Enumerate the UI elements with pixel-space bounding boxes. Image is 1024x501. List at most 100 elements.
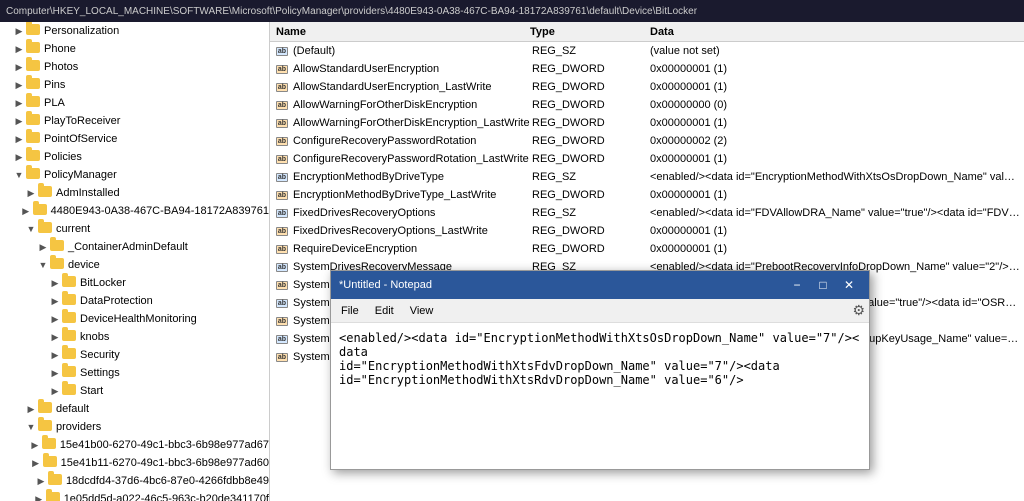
tree-expand-policies[interactable]: ▶ <box>12 152 26 163</box>
reg-row[interactable]: abAllowStandardUserEncryptionREG_DWORD0x… <box>270 60 1024 78</box>
tree-item-security[interactable]: ▶ Security <box>0 346 269 364</box>
tree-item-15e41b11[interactable]: ▶15e41b11-6270-49c1-bbc3-6b98e977ad60 <box>0 454 269 472</box>
reg-row[interactable]: abFixedDrivesRecoveryOptions_LastWriteRE… <box>270 222 1024 240</box>
tree-expand-devicehealthmonitoring[interactable]: ▶ <box>48 314 62 325</box>
tree-expand-pins[interactable]: ▶ <box>12 80 26 91</box>
tree-item-1e05dd5d[interactable]: ▶1e05dd5d-a022-46c5-963c-b20de341170f <box>0 490 269 501</box>
tree-label-security: Security <box>80 349 120 361</box>
tree-expand-security[interactable]: ▶ <box>48 350 62 361</box>
tree-expand-15e41b11[interactable]: ▶ <box>29 458 43 469</box>
reg-row[interactable]: abConfigureRecoveryPasswordRotationREG_D… <box>270 132 1024 150</box>
tree-item-4480e943[interactable]: ▶4480E943-0A38-467C-BA94-18172A839761 <box>0 202 269 220</box>
tree-expand-policymanager[interactable]: ▼ <box>12 170 26 180</box>
reg-row[interactable]: abEncryptionMethodByDriveTypeREG_SZ<enab… <box>270 168 1024 186</box>
tree-item-default[interactable]: ▶default <box>0 400 269 418</box>
tree-item-current[interactable]: ▼current <box>0 220 269 238</box>
tree-expand-providers[interactable]: ▼ <box>24 422 38 432</box>
tree-item-photos[interactable]: ▶Photos <box>0 58 269 76</box>
reg-value-type: REG_DWORD <box>530 135 650 147</box>
tree-item-pla[interactable]: ▶ PLA <box>0 94 269 112</box>
folder-icon-15e41b11 <box>43 456 59 470</box>
tree-item-device[interactable]: ▼device <box>0 256 269 274</box>
tree-label-providers: providers <box>56 421 101 433</box>
tree-label-policymanager: PolicyManager <box>44 169 117 181</box>
reg-value-name: FixedDrivesRecoveryOptions_LastWrite <box>293 225 488 237</box>
tree-expand-photos[interactable]: ▶ <box>12 62 26 73</box>
window-title: Computer\HKEY_LOCAL_MACHINE\SOFTWARE\Mic… <box>6 6 697 17</box>
tree-expand-15e41b00[interactable]: ▶ <box>28 440 42 451</box>
tree-expand-18dcdfd4[interactable]: ▶ <box>34 476 48 487</box>
reg-row[interactable]: abEncryptionMethodByDriveType_LastWriteR… <box>270 186 1024 204</box>
notepad-settings-icon[interactable]: ⚙ <box>852 302 865 319</box>
tree-expand-bitlocker[interactable]: ▶ <box>48 278 62 289</box>
reg-row[interactable]: abFixedDrivesRecoveryOptionsREG_SZ<enabl… <box>270 204 1024 222</box>
tree-item-pointofservice[interactable]: ▶PointOfService <box>0 130 269 148</box>
notepad-maximize-button[interactable]: □ <box>811 275 835 295</box>
reg-row[interactable]: abAllowWarningForOtherDiskEncryption_Las… <box>270 114 1024 132</box>
tree-expand-dataprotection[interactable]: ▶ <box>48 296 62 307</box>
notepad-menu-edit[interactable]: Edit <box>369 303 400 319</box>
reg-value-name: ConfigureRecoveryPasswordRotation <box>293 135 476 147</box>
reg-value-name: AllowStandardUserEncryption_LastWrite <box>293 81 492 93</box>
tree-label-knobs: knobs <box>80 331 109 343</box>
tree-item-personalization[interactable]: ▶Personalization <box>0 22 269 40</box>
reg-row[interactable]: abRequireDeviceEncryptionREG_DWORD0x0000… <box>270 240 1024 258</box>
notepad-menubar: File Edit View ⚙ <box>331 299 869 323</box>
tree-item-_containeradmindefault[interactable]: ▶_ContainerAdminDefault <box>0 238 269 256</box>
notepad-menu-view[interactable]: View <box>404 303 440 319</box>
tree-item-15e41b00[interactable]: ▶15e41b00-6270-49c1-bbc3-6b98e977ad67 <box>0 436 269 454</box>
tree-item-bitlocker[interactable]: ▶BitLocker <box>0 274 269 292</box>
tree-item-policymanager[interactable]: ▼ PolicyManager <box>0 166 269 184</box>
notepad-content-area[interactable]: <enabled/><data id="EncryptionMethodWith… <box>331 323 869 469</box>
reg-value-data: 0x00000002 (2) <box>650 135 1024 147</box>
tree-expand-4480e943[interactable]: ▶ <box>19 206 33 217</box>
reg-value-icon: ab <box>274 62 290 76</box>
tree-item-phone[interactable]: ▶Phone <box>0 40 269 58</box>
reg-row[interactable]: abAllowWarningForOtherDiskEncryptionREG_… <box>270 96 1024 114</box>
reg-row[interactable]: abAllowStandardUserEncryption_LastWriteR… <box>270 78 1024 96</box>
notepad-minimize-button[interactable]: − <box>785 275 809 295</box>
notepad-titlebar: *Untitled - Notepad − □ ✕ <box>331 271 869 299</box>
tree-expand-phone[interactable]: ▶ <box>12 44 26 55</box>
tree-item-playtoreceiver[interactable]: ▶PlayToReceiver <box>0 112 269 130</box>
tree-item-policies[interactable]: ▶Policies <box>0 148 269 166</box>
tree-expand-playtoreceiver[interactable]: ▶ <box>12 116 26 127</box>
tree-expand-_containeradmindefault[interactable]: ▶ <box>36 242 50 253</box>
reg-value-type: REG_DWORD <box>530 63 650 75</box>
tree-expand-adminstalled[interactable]: ▶ <box>24 188 38 199</box>
tree-expand-default[interactable]: ▶ <box>24 404 38 415</box>
tree-item-pins[interactable]: ▶Pins <box>0 76 269 94</box>
tree-expand-personalization[interactable]: ▶ <box>12 26 26 37</box>
folder-icon-photos <box>26 60 42 74</box>
reg-value-data: <enabled/><data id="FDVAllowDRA_Name" va… <box>650 207 1024 219</box>
tree-expand-pla[interactable]: ▶ <box>12 98 26 109</box>
tree-item-providers[interactable]: ▼ providers <box>0 418 269 436</box>
tree-expand-1e05dd5d[interactable]: ▶ <box>32 494 46 501</box>
tree-item-devicehealthmonitoring[interactable]: ▶DeviceHealthMonitoring <box>0 310 269 328</box>
tree-expand-current[interactable]: ▼ <box>24 224 38 234</box>
tree-expand-start[interactable]: ▶ <box>48 386 62 397</box>
notepad-close-button[interactable]: ✕ <box>837 275 861 295</box>
reg-row[interactable]: ab(Default)REG_SZ(value not set) <box>270 42 1024 60</box>
tree-label-dataprotection: DataProtection <box>80 295 153 307</box>
folder-icon-bitlocker <box>62 276 78 290</box>
tree-item-18dcdfd4[interactable]: ▶18dcdfd4-37d6-4bc6-87e0-4266fdbb8e49 <box>0 472 269 490</box>
notepad-menu-file[interactable]: File <box>335 303 365 319</box>
folder-icon-playtoreceiver <box>26 114 42 128</box>
folder-icon-dataprotection <box>62 294 78 308</box>
reg-value-name: AllowWarningForOtherDiskEncryption <box>293 99 477 111</box>
tree-expand-device[interactable]: ▼ <box>36 260 50 270</box>
reg-value-icon: ab <box>274 116 290 130</box>
tree-item-dataprotection[interactable]: ▶ DataProtection <box>0 292 269 310</box>
tree-item-start[interactable]: ▶Start <box>0 382 269 400</box>
tree-expand-pointofservice[interactable]: ▶ <box>12 134 26 145</box>
tree-item-adminstalled[interactable]: ▶AdmInstalled <box>0 184 269 202</box>
reg-row[interactable]: abConfigureRecoveryPasswordRotation_Last… <box>270 150 1024 168</box>
tree-expand-settings[interactable]: ▶ <box>48 368 62 379</box>
tree-item-knobs[interactable]: ▶ knobs <box>0 328 269 346</box>
tree-expand-knobs[interactable]: ▶ <box>48 332 62 343</box>
reg-value-icon: ab <box>274 170 290 184</box>
reg-value-data: 0x00000001 (1) <box>650 117 1024 129</box>
tree-label-pla: PLA <box>44 97 65 109</box>
tree-item-settings[interactable]: ▶Settings <box>0 364 269 382</box>
